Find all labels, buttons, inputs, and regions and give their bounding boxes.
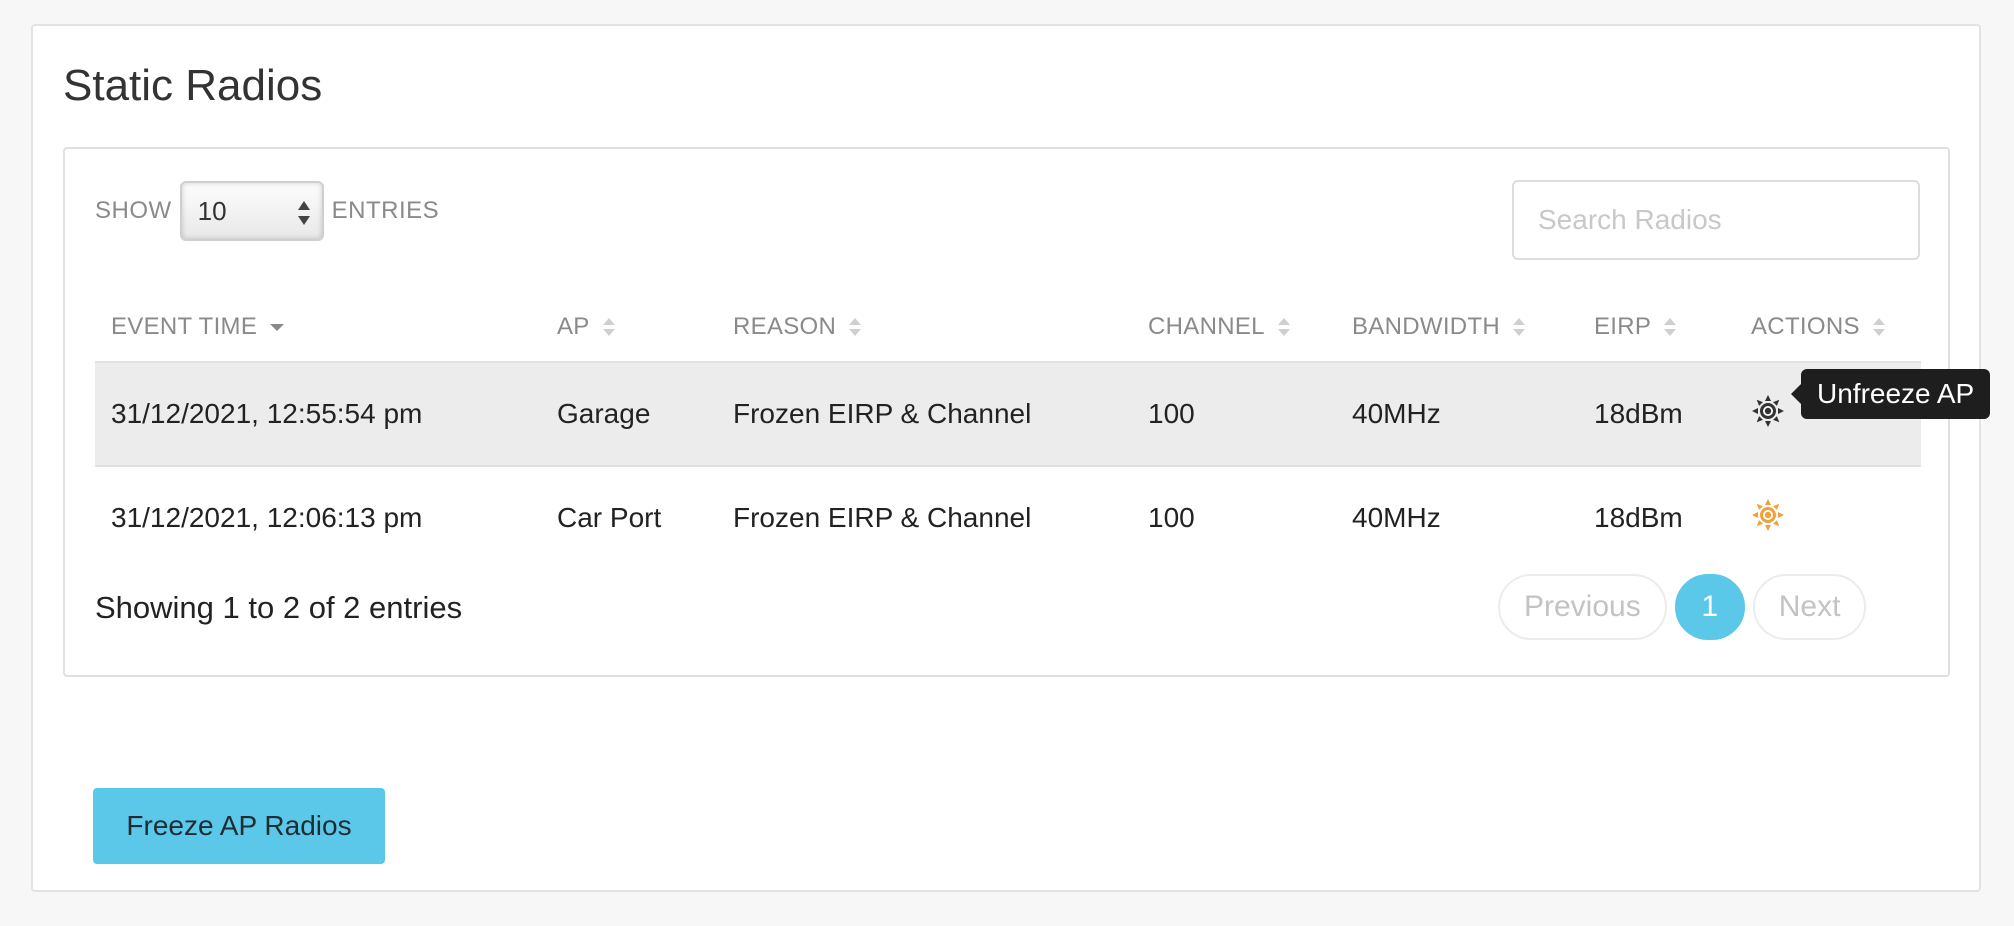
cell-channel: 100 <box>1148 502 1195 533</box>
sort-icon <box>1664 318 1677 337</box>
cell-eirp: 18dBm <box>1594 502 1683 533</box>
column-header-channel[interactable]: CHANNEL <box>1132 292 1336 363</box>
sun-icon[interactable] <box>1751 498 1785 539</box>
column-header-eirp[interactable]: EIRP <box>1578 292 1735 363</box>
pagination: Previous 1 Next <box>1498 574 1867 640</box>
column-header-ap[interactable]: AP <box>541 292 717 363</box>
column-header-event-time[interactable]: EVENT TIME <box>95 292 541 363</box>
page-size-value: 10 <box>197 195 227 226</box>
table-info: Showing 1 to 2 of 2 entries <box>95 590 463 625</box>
table-header-row: EVENT TIME AP REASON CHANNEL BANDWIDTH E… <box>95 292 1921 363</box>
page-size-control: SHOW 10 ENTRIES <box>95 180 439 242</box>
column-header-bandwidth[interactable]: BANDWIDTH <box>1336 292 1578 363</box>
radios-table-container: SHOW 10 ENTRIES EVENT TIME AP REASON <box>63 147 1950 677</box>
cell-reason: Frozen EIRP & Channel <box>717 362 1132 467</box>
previous-page-button[interactable]: Previous <box>1498 574 1667 640</box>
page-size-select[interactable]: 10 <box>179 181 324 241</box>
sort-icon <box>1277 318 1290 337</box>
sun-icon[interactable] <box>1751 394 1785 435</box>
page-title: Static Radios <box>63 61 323 110</box>
cell-bandwidth: 40MHz <box>1352 502 1441 533</box>
cell-eirp: 18dBm <box>1578 362 1735 467</box>
freeze-ap-radios-button[interactable]: Freeze AP Radios <box>93 788 385 864</box>
page-1-button[interactable]: 1 <box>1674 574 1745 640</box>
sort-icon <box>1872 318 1885 337</box>
cell-ap: Garage <box>541 362 717 467</box>
cell-bandwidth: 40MHz <box>1336 362 1578 467</box>
sort-icon <box>1513 318 1526 337</box>
radios-table: EVENT TIME AP REASON CHANNEL BANDWIDTH E… <box>95 292 1921 569</box>
entries-label: ENTRIES <box>331 197 440 224</box>
cell-channel: 100 <box>1132 362 1336 467</box>
search-input[interactable] <box>1512 180 1920 260</box>
static-radios-panel: Static Radios SHOW 10 ENTRIES EVENT TIME <box>31 24 1981 892</box>
table-row: 31/12/2021, 12:06:13 pm Car Port Frozen … <box>95 466 1921 569</box>
cell-event-time: 31/12/2021, 12:06:13 pm <box>111 502 423 533</box>
sort-icon <box>849 318 862 337</box>
next-page-button[interactable]: Next <box>1752 574 1867 640</box>
cell-actions <box>1735 466 1921 569</box>
select-arrows-icon <box>297 201 310 225</box>
table-row: 31/12/2021, 12:55:54 pm Garage Frozen EI… <box>95 362 1921 467</box>
show-label: SHOW <box>95 197 172 224</box>
unfreeze-ap-tooltip: Unfreeze AP <box>1790 369 1991 419</box>
sort-icon <box>602 318 615 337</box>
cell-event-time: 31/12/2021, 12:55:54 pm <box>95 362 541 467</box>
cell-reason: Frozen EIRP & Channel <box>733 502 1032 533</box>
sort-desc-icon <box>270 324 285 332</box>
cell-ap: Car Port <box>557 502 662 533</box>
column-header-reason[interactable]: REASON <box>717 292 1132 363</box>
column-header-actions[interactable]: ACTIONS <box>1735 292 1921 363</box>
